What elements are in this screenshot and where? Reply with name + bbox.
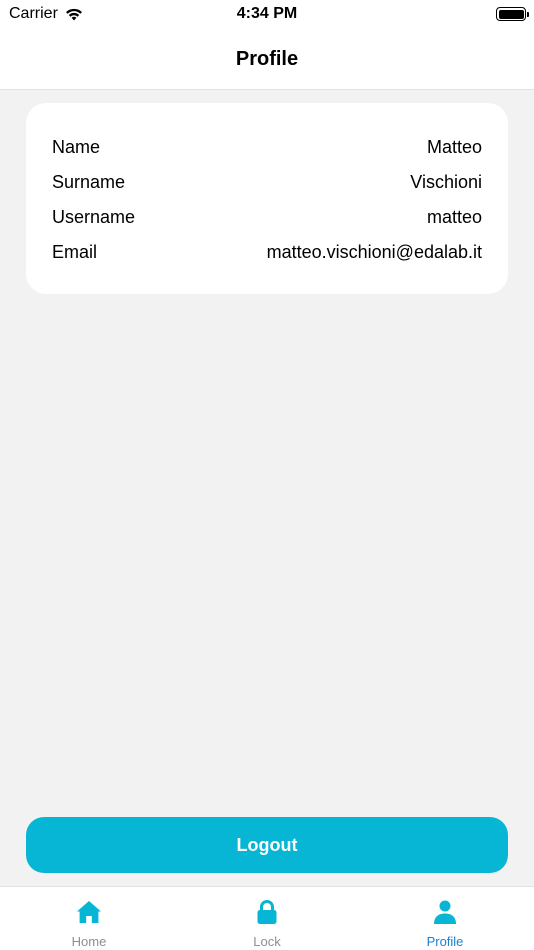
lock-icon: [257, 900, 277, 924]
tab-home-label: Home: [71, 934, 107, 949]
tab-lock-label: Lock: [253, 934, 281, 949]
status-bar: Carrier 4:34 PM: [0, 0, 534, 30]
name-value: Matteo: [426, 137, 482, 157]
profile-row-username: Username matteo: [52, 200, 482, 235]
email-label: Email: [52, 242, 98, 262]
status-time: 4:34 PM: [236, 5, 298, 22]
email-value: matteo.vischioni@edalab.it: [266, 242, 482, 262]
surname-value: Vischioni: [410, 172, 482, 192]
name-label: Name: [52, 137, 101, 157]
surname-label: Surname: [52, 172, 126, 192]
page-title: Profile: [235, 48, 299, 70]
profile-row-name: Name Matteo: [52, 130, 482, 165]
person-icon: [434, 900, 456, 924]
navigation-bar: Profile: [0, 30, 534, 90]
tab-home[interactable]: Home: [0, 887, 178, 950]
logout-button[interactable]: Logout: [26, 817, 508, 873]
username-label: Username: [52, 207, 136, 227]
tab-profile-label: Profile: [426, 934, 464, 949]
battery-fill: [498, 9, 524, 19]
profile-row-email: Email matteo.vischioni@edalab.it: [52, 235, 482, 270]
battery-icon: [496, 7, 529, 21]
username-value: matteo: [426, 207, 482, 227]
tab-bar: Home Lock Profile: [0, 886, 534, 950]
tab-profile[interactable]: Profile: [356, 887, 534, 950]
profile-row-surname: Surname Vischioni: [52, 165, 482, 200]
profile-screen: Carrier 4:34 PM Profile Name Matteo Surn…: [0, 0, 534, 950]
tab-lock[interactable]: Lock: [178, 887, 356, 950]
profile-card: Name Matteo Surname Vischioni Username m…: [26, 103, 508, 294]
home-icon: [77, 901, 101, 923]
